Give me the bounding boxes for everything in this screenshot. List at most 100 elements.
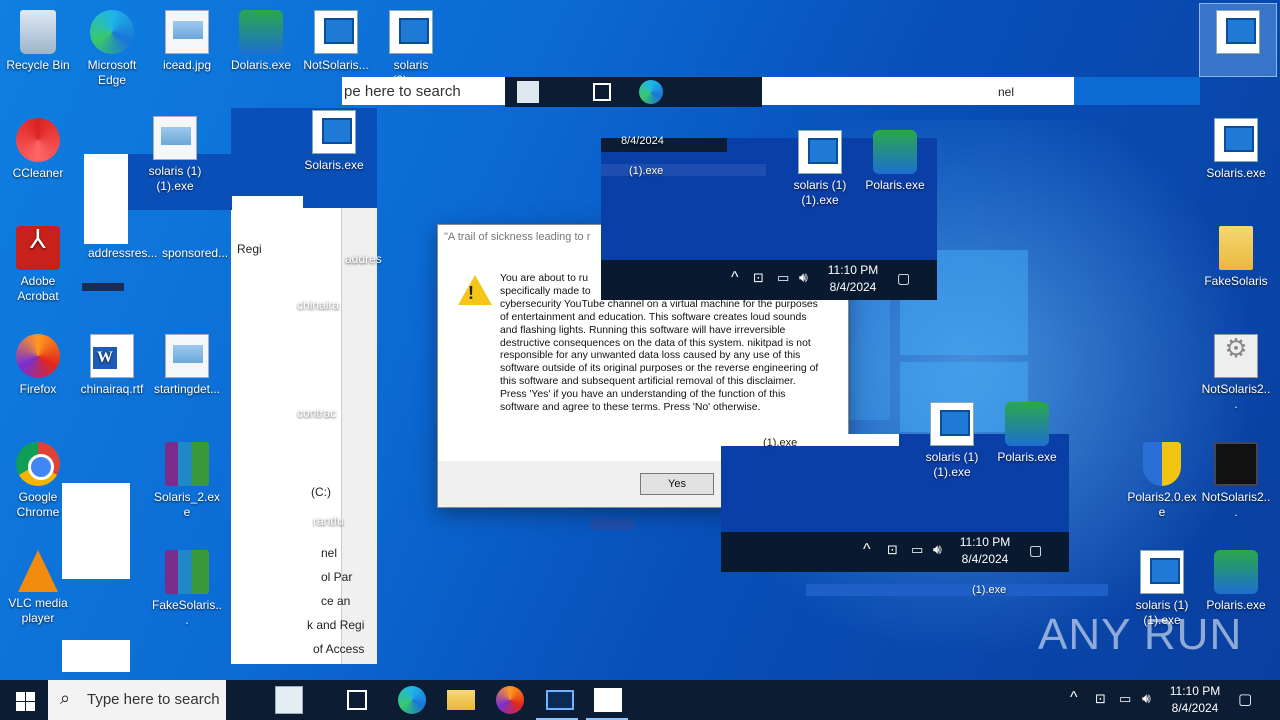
fragment-contrac: contrac (297, 406, 337, 420)
notification-icon: ▢ (1029, 542, 1043, 558)
glitch-white-block (231, 487, 305, 664)
recycle-bin-icon-image (20, 10, 56, 54)
windows-logo-icon (26, 702, 35, 711)
glitch-bar (1074, 77, 1200, 105)
exe-icon (389, 10, 433, 54)
exe-taskbar-icon[interactable] (594, 688, 622, 712)
installer-icon (1214, 550, 1258, 594)
edge-icon (639, 80, 663, 104)
fragment-k-and-regi: k and Regi (307, 618, 365, 632)
taskbar-file-icon[interactable] (275, 686, 303, 714)
notsolaris2-cmd-icon[interactable]: NotSolaris2... (1198, 436, 1274, 520)
start-button[interactable] (0, 680, 48, 720)
file-icon (517, 81, 539, 103)
fragment-date: 8/4/2024 (621, 135, 664, 147)
icon-label: Polaris.exe (865, 178, 925, 192)
fakesolaris-rar-icon[interactable]: FakeSolaris... (149, 544, 225, 628)
search-icon: ⌕ (60, 688, 71, 708)
polaris-mini-icon-2[interactable]: Polaris.exe (989, 396, 1065, 465)
firefox-icon[interactable]: Firefox (0, 328, 76, 397)
glitch-white-bar: nel (762, 77, 1074, 105)
taskbar-search-box[interactable]: ⌕ Type here to search (48, 680, 226, 720)
solaris-1-1-glitch-icon[interactable]: solaris (1) (1).exe (137, 110, 213, 208)
notsolaris2-icon[interactable]: NotSolaris2... (1198, 328, 1274, 412)
adobe-acrobat-icon[interactable]: Adobe Acrobat (0, 220, 76, 304)
icon-label: icead.jpg (162, 58, 212, 72)
uac-shield-icon (1143, 442, 1181, 486)
console-icon (1214, 442, 1258, 486)
icon-label: FakeSolaris... (151, 598, 223, 627)
polaris2-exe-icon[interactable]: Polaris2.0.exe (1124, 436, 1200, 520)
ccleaner-icon[interactable]: CCleaner (0, 112, 76, 181)
icon-label: Microsoft Edge (87, 58, 137, 87)
icon-label: NotSolaris2... (1201, 382, 1271, 411)
solaris-exe-icon[interactable]: Solaris.exe (1198, 112, 1274, 181)
taskbar-time: 11:10 PM (1169, 684, 1221, 698)
mini-clock-date: 8/4/2024 (961, 552, 1009, 566)
mini-clock-top: 11:10 PM 8/4/2024 (821, 262, 885, 296)
fakesolaris-folder-icon[interactable]: FakeSolaris (1198, 220, 1274, 289)
solaris-1-1-mini-icon-2[interactable]: solaris (1) (1).exe (914, 396, 990, 480)
tray-network-icon[interactable]: ⊡ (1095, 691, 1106, 720)
chinairaq-rtf-icon[interactable]: chinairaq.rtf (74, 328, 150, 397)
tray-volume-icon[interactable]: 🔊︎ (1142, 690, 1151, 720)
notification-center-icon[interactable]: ▢ (1238, 690, 1252, 720)
yes-button[interactable]: Yes (640, 473, 714, 495)
polaris-exe-icon[interactable]: Polaris.exe (1198, 544, 1274, 613)
solaris-2-exe-rar-icon[interactable]: Solaris_2.exe (149, 436, 225, 520)
polaris-mini-icon[interactable]: Polaris.exe (857, 124, 933, 193)
mini-clock-time: 11:10 PM (827, 263, 879, 277)
exe-icon (1214, 118, 1258, 162)
firefox-taskbar-icon[interactable] (496, 686, 524, 714)
dialog-title: "A trail of sickness leading to r (444, 231, 591, 243)
image-file-icon (165, 10, 209, 54)
fragment-exe: (1).exe (763, 437, 798, 449)
selected-exe-icon[interactable] (1199, 3, 1277, 77)
glitch-taskbar-top: ^ ⊡ ▭ 🔊︎ 11:10 PM 8/4/2024 ▢ (601, 260, 937, 300)
fragment-of-access: of Access (313, 642, 365, 656)
glitch-white-block (62, 640, 130, 672)
dolaris-exe-icon[interactable]: Dolaris.exe (223, 4, 299, 73)
tray-display-icon[interactable]: ▭ (1119, 691, 1131, 720)
taskbar: ⌕ Type here to search ^ ⊡ ▭ 🔊︎ 11:10 PM … (0, 680, 1280, 720)
firefox-logo-icon (16, 334, 60, 378)
icon-label: Firefox (19, 382, 57, 396)
solaris-1-1-mini-icon[interactable]: solaris (1) (1).exe (782, 124, 858, 208)
task-view-icon[interactable] (347, 690, 367, 710)
app-window-icon[interactable] (546, 690, 574, 710)
mini-clock-date: 8/4/2024 (829, 280, 877, 294)
icon-label: Solaris.exe (1206, 166, 1266, 180)
search-fragment-text: pe here to search (344, 83, 461, 100)
fragment-ce-an: ce an (321, 594, 351, 608)
recycle-bin-icon[interactable]: Recycle Bin (0, 4, 76, 73)
glitch-strip (601, 164, 766, 176)
solaris-exe-glitch-icon[interactable]: Solaris.exe (296, 104, 372, 173)
icon-label: solaris (1) (1).exe (793, 178, 847, 207)
taskbar-clock[interactable]: 11:10 PM 8/4/2024 (1162, 683, 1228, 717)
icon-label: CCleaner (12, 166, 64, 180)
tray-chevron-icon[interactable]: ^ (1070, 689, 1078, 720)
fragment-nel: nel (998, 85, 1015, 99)
notsolaris-icon[interactable]: NotSolaris... (298, 4, 374, 73)
fragment-addressres: addressres... (88, 246, 158, 260)
icon-label: solaris (1) (1).exe (925, 450, 979, 479)
warning-exclamation-icon: ! (468, 283, 474, 303)
edge-shortcut-icon[interactable]: Microsoft Edge (74, 4, 150, 88)
tray-display-icon: ▭ (911, 542, 924, 557)
fragment-chinaira: chinaira (297, 298, 340, 312)
solaris-2-exe-icon[interactable]: solaris (2).exe (373, 4, 449, 88)
dialog-message-line2: specifically made to (500, 285, 591, 297)
fragment-regi: Regi (237, 242, 262, 256)
fragment-addres: addres (345, 252, 382, 266)
icead-jpg-icon[interactable]: icead.jpg (149, 4, 225, 73)
acrobat-logo-icon (16, 226, 60, 270)
startingdet-icon[interactable]: startingdet... (149, 328, 225, 397)
chrome-logo-icon (16, 442, 60, 486)
icon-label: Recycle Bin (6, 58, 70, 72)
edge-taskbar-icon[interactable] (398, 686, 426, 714)
glitch-white-strip (721, 434, 899, 446)
icon-label: Solaris_2.exe (153, 490, 221, 519)
file-explorer-icon[interactable] (447, 690, 475, 710)
installer-icon (1005, 402, 1049, 446)
dialog-message-rest: cybersecurity YouTube channel on a virtu… (500, 298, 819, 414)
